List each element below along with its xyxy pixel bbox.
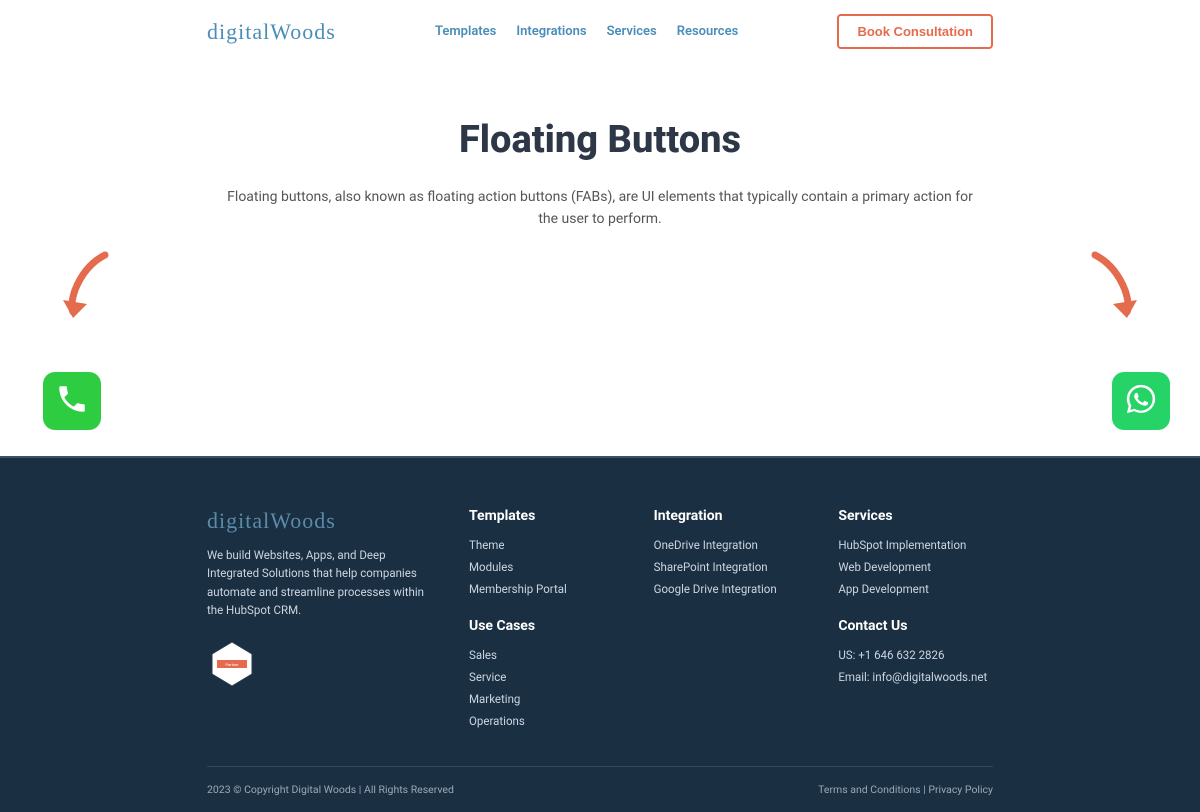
footer-link-gdrive[interactable]: Google Drive Integration — [654, 582, 809, 596]
footer-integration-title: Integration — [654, 508, 809, 524]
whatsapp-fab-button[interactable] — [1112, 372, 1170, 430]
footer-link-webdev[interactable]: Web Development — [838, 560, 993, 574]
privacy-link[interactable]: Privacy Policy — [928, 783, 993, 796]
footer-email: Email: info@digitalwoods.net — [838, 670, 993, 684]
footer-templates-title: Templates — [469, 508, 624, 524]
footer-description: We build Websites, Apps, and Deep Integr… — [207, 546, 439, 620]
page-description: Floating buttons, also known as floating… — [220, 186, 980, 231]
footer-services-col: Services HubSpot Implementation Web Deve… — [838, 508, 993, 736]
footer-templates-col: Templates Theme Modules Membership Porta… — [469, 508, 624, 736]
nav-resources[interactable]: Resources — [677, 24, 739, 39]
footer-bar: 2023 © Copyright Digital Woods | All Rig… — [207, 766, 993, 812]
nav-services[interactable]: Services — [607, 24, 657, 39]
nav-templates[interactable]: Templates — [435, 24, 496, 39]
footer-phone: US: +1 646 632 2826 — [838, 648, 993, 662]
footer-services-title: Services — [838, 508, 993, 524]
footer-logo[interactable]: digitalWoods — [207, 508, 439, 534]
nav-integrations[interactable]: Integrations — [516, 24, 586, 39]
page-title: Floating Buttons — [207, 118, 993, 162]
footer-link-onedrive[interactable]: OneDrive Integration — [654, 538, 809, 552]
footer-link-sharepoint[interactable]: SharePoint Integration — [654, 560, 809, 574]
footer-about: digitalWoods We build Websites, Apps, an… — [207, 508, 439, 736]
terms-link[interactable]: Terms and Conditions — [818, 783, 920, 796]
partner-badge-icon: Partner — [207, 639, 257, 689]
logo[interactable]: digitalWoods — [207, 19, 336, 45]
footer-link-marketing[interactable]: Marketing — [469, 692, 624, 706]
footer-usecases-title: Use Cases — [469, 618, 624, 634]
arrow-right-icon — [1085, 250, 1145, 330]
footer-link-membership[interactable]: Membership Portal — [469, 582, 624, 596]
footer-link-service[interactable]: Service — [469, 670, 624, 684]
main-nav: Templates Integrations Services Resource… — [435, 24, 738, 39]
footer-link-hubspot[interactable]: HubSpot Implementation — [838, 538, 993, 552]
footer-link-sales[interactable]: Sales — [469, 648, 624, 662]
footer-contact-title: Contact Us — [838, 618, 993, 634]
svg-text:Partner: Partner — [225, 662, 239, 667]
phone-icon — [55, 382, 89, 420]
whatsapp-icon — [1124, 382, 1158, 420]
footer-link-modules[interactable]: Modules — [469, 560, 624, 574]
footer-link-theme[interactable]: Theme — [469, 538, 624, 552]
book-consultation-button[interactable]: Book Consultation — [837, 14, 993, 49]
legal-links: Terms and Conditions | Privacy Policy — [818, 783, 993, 796]
arrow-left-icon — [55, 250, 115, 330]
copyright: 2023 © Copyright Digital Woods | All Rig… — [207, 783, 454, 796]
phone-fab-button[interactable] — [43, 372, 101, 430]
header: digitalWoods Templates Integrations Serv… — [0, 0, 1200, 63]
footer: digitalWoods We build Websites, Apps, an… — [0, 456, 1200, 812]
footer-link-appdev[interactable]: App Development — [838, 582, 993, 596]
footer-integration-col: Integration OneDrive Integration SharePo… — [654, 508, 809, 736]
hero: Floating Buttons Floating buttons, also … — [0, 63, 1200, 261]
footer-link-operations[interactable]: Operations — [469, 714, 624, 728]
